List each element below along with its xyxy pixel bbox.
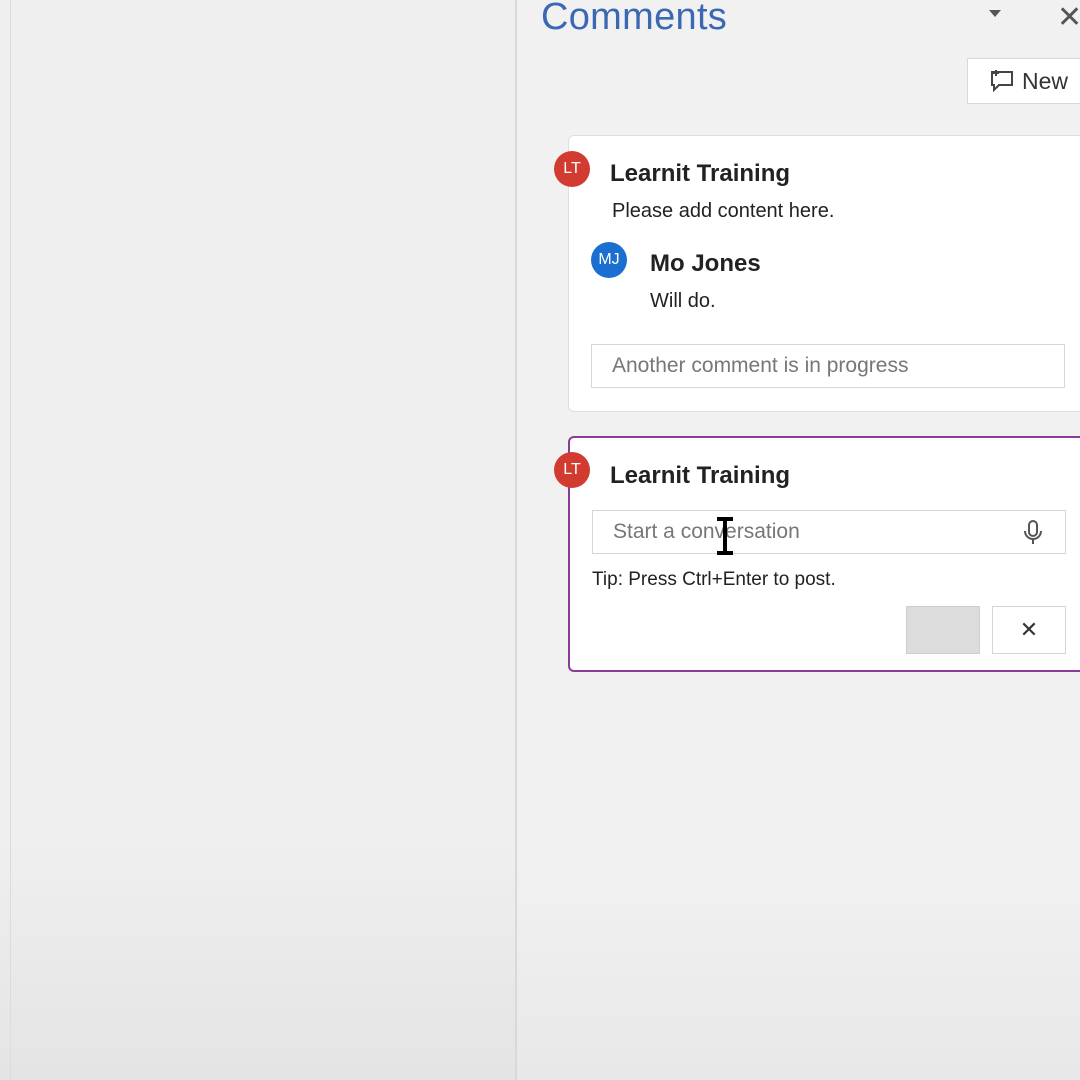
- post-tip: Tip: Press Ctrl+Enter to post.: [592, 569, 836, 590]
- new-button-label: New: [1022, 67, 1069, 94]
- avatar: LT: [554, 151, 590, 187]
- comment-thread[interactable]: LT Learnit Training Please add content h…: [554, 135, 1080, 412]
- conversation-placeholder: Start a conversation: [613, 520, 800, 543]
- comment-author: Learnit Training: [610, 462, 791, 489]
- reply-input[interactable]: Another comment is in progress: [591, 344, 1065, 388]
- comments-pane: Comments ✕ New LT Learnit Training Pleas…: [517, 0, 1080, 1080]
- reply-placeholder: Another comment is in progress: [612, 354, 909, 377]
- page-edge: [10, 0, 11, 1080]
- avatar: LT: [554, 452, 590, 488]
- new-comment-button[interactable]: New: [967, 58, 1080, 104]
- document-area: [0, 0, 515, 1080]
- reply-text: Will do.: [650, 290, 716, 312]
- microphone-icon[interactable]: [1023, 520, 1043, 546]
- chevron-down-icon[interactable]: [987, 6, 1003, 20]
- conversation-input[interactable]: Start a conversation: [592, 510, 1066, 554]
- close-icon[interactable]: ✕: [1057, 0, 1080, 35]
- new-comment-card[interactable]: LT Learnit Training Start a conversation…: [554, 436, 1080, 672]
- avatar: MJ: [591, 242, 627, 278]
- reply-author: Mo Jones: [650, 250, 761, 277]
- post-button[interactable]: [906, 606, 980, 654]
- text-cursor-icon: [717, 517, 733, 555]
- cancel-button[interactable]: ✕: [992, 606, 1066, 654]
- comment-author: Learnit Training: [610, 160, 791, 187]
- comment-text: Please add content here.: [612, 200, 835, 222]
- pane-title: Comments: [541, 0, 728, 38]
- new-comment-icon: [991, 70, 1013, 93]
